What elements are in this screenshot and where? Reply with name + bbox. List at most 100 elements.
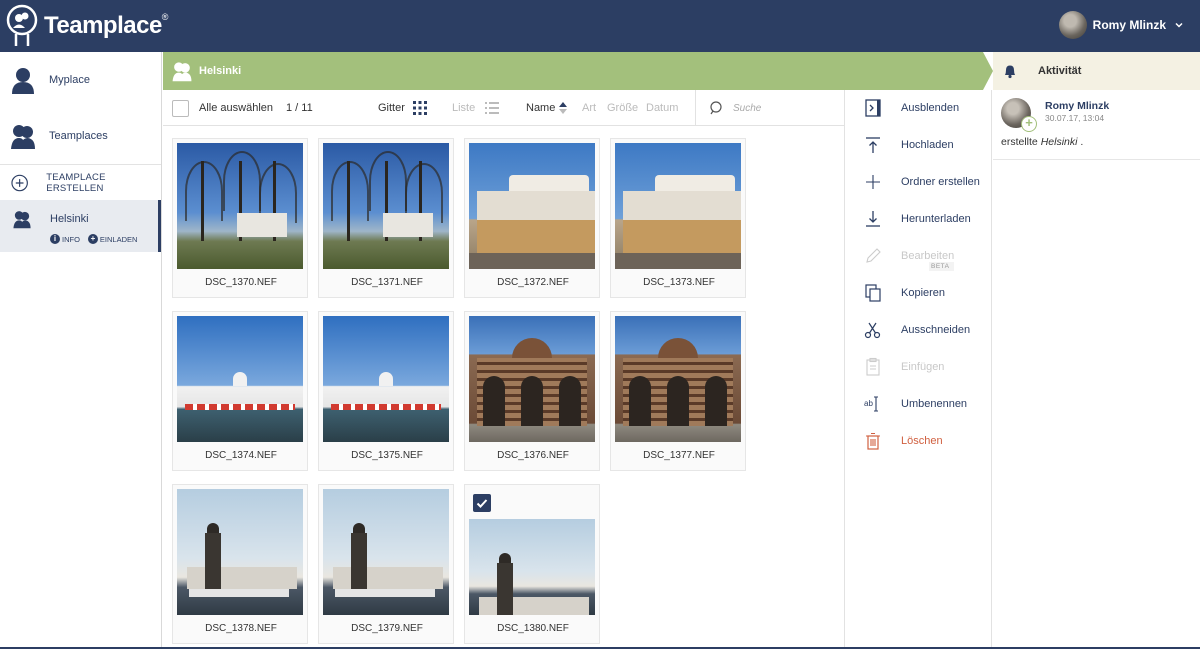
- select-all[interactable]: Alle auswählen: [172, 90, 273, 126]
- thumbnail-detail: [623, 191, 741, 255]
- sidebar-item-helsinki[interactable]: Helsinki i INFO + EINLADEN: [0, 200, 161, 252]
- bell-icon[interactable]: [1002, 63, 1018, 79]
- file-name: DSC_1374.NEF: [205, 450, 277, 461]
- sidebar-item-label: Myplace: [49, 74, 90, 86]
- top-bar: Teamplace® Romy Mlinzk: [0, 0, 1200, 52]
- action-label: Kopieren: [901, 286, 946, 299]
- search-input[interactable]: Suche: [733, 103, 761, 114]
- user-menu[interactable]: Romy Mlinzk: [1058, 11, 1184, 39]
- sort-icon: [559, 102, 568, 114]
- file-thumbnail: [177, 316, 303, 442]
- action-copy[interactable]: Kopieren: [845, 274, 992, 311]
- view-list-label: Liste: [452, 102, 476, 114]
- info-link[interactable]: i INFO: [50, 234, 80, 244]
- action-paste: Einfügen: [845, 348, 992, 385]
- thumbnail-detail: [331, 161, 369, 221]
- file-name: DSC_1377.NEF: [643, 450, 715, 461]
- copy-icon: [865, 283, 881, 302]
- file-tile[interactable]: DSC_1378.NEF: [172, 484, 308, 644]
- invite-label: EINLADEN: [99, 234, 138, 244]
- file-tile[interactable]: DSC_1370.NEF: [172, 138, 308, 298]
- header-arrow: [983, 52, 993, 90]
- sidebar: Myplace Teamplaces TEAMPLACE ERSTELLEN H…: [0, 52, 162, 649]
- file-thumbnail: [469, 519, 595, 615]
- thumbnail-detail: [351, 533, 367, 591]
- search-field[interactable]: Suche: [709, 90, 761, 126]
- selection-count: 1 / 11: [286, 102, 313, 114]
- invite-link[interactable]: + EINLADEN: [87, 234, 138, 244]
- search-icon: [710, 101, 722, 115]
- file-name: DSC_1379.NEF: [351, 623, 423, 634]
- folder-title: Helsinki: [199, 65, 242, 77]
- action-label: Ausschneiden: [901, 323, 971, 336]
- sidebar-item-teamplaces[interactable]: Teamplaces: [0, 108, 161, 164]
- action-rename[interactable]: ab Umbenennen: [845, 385, 992, 422]
- file-tile[interactable]: DSC_1374.NEF: [172, 311, 308, 471]
- grid-icon: [412, 101, 427, 115]
- selected-checkbox[interactable]: [473, 494, 491, 512]
- file-thumbnail: [323, 316, 449, 442]
- sort-name-label: Name: [526, 102, 556, 114]
- action-label: Hochladen: [901, 138, 954, 151]
- thumbnail-detail: [383, 213, 433, 237]
- sort-date-button[interactable]: Datum: [646, 90, 678, 126]
- action-label: Ordner erstellen: [901, 175, 980, 188]
- sort-type-button[interactable]: Art: [582, 90, 596, 126]
- view-grid-label: Gitter: [378, 102, 405, 114]
- thumbnail-detail: [335, 589, 435, 597]
- chevron-down-icon: [1175, 22, 1183, 28]
- file-tile[interactable]: DSC_1376.NEF: [464, 311, 600, 471]
- avatar: [1058, 11, 1087, 39]
- activity-title: Aktivität: [1038, 65, 1082, 77]
- action-upload[interactable]: Hochladen: [845, 126, 992, 163]
- file-tile[interactable]: DSC_1379.NEF: [318, 484, 454, 644]
- team-icon: [172, 62, 192, 82]
- thumbnail-detail: [187, 567, 297, 589]
- file-tile[interactable]: DSC_1377.NEF: [610, 311, 746, 471]
- thumbnail-detail: [521, 376, 543, 426]
- activity-user[interactable]: Romy Mlinzk: [1045, 100, 1109, 112]
- list-icon: [485, 102, 500, 114]
- create-teamplace-button[interactable]: TEAMPLACE ERSTELLEN: [0, 164, 161, 200]
- thumbnail-detail: [333, 567, 443, 589]
- plus-icon: [866, 174, 880, 189]
- action-collapse-panel[interactable]: Ausblenden: [845, 89, 992, 126]
- thumbnail-detail: [483, 376, 505, 426]
- action-plus[interactable]: Ordner erstellen: [845, 163, 992, 200]
- thumbnail-detail: [189, 589, 289, 597]
- file-tile[interactable]: DSC_1375.NEF: [318, 311, 454, 471]
- action-label: Umbenennen: [901, 397, 968, 410]
- view-grid-button[interactable]: Gitter: [378, 90, 427, 126]
- sidebar-item-myplace[interactable]: Myplace: [0, 52, 161, 108]
- thumbnail-detail: [479, 597, 589, 615]
- file-tile[interactable]: DSC_1371.NEF: [318, 138, 454, 298]
- select-all-checkbox[interactable]: [172, 99, 189, 117]
- trademark: ®: [161, 12, 169, 22]
- file-tile[interactable]: DSC_1380.NEF: [464, 484, 600, 644]
- file-thumbnail: [323, 143, 449, 269]
- action-download[interactable]: Herunterladen: [845, 200, 992, 237]
- create-teamplace-label: TEAMPLACE ERSTELLEN: [46, 171, 106, 194]
- thumbnail-detail: [497, 563, 513, 615]
- user-name: Romy Mlinzk: [1092, 18, 1166, 32]
- activity-panel: + Romy Mlinzk 30.07.17, 13:04 erstellte …: [993, 90, 1200, 649]
- select-all-label: Alle auswählen: [199, 102, 273, 114]
- app-name: Teamplace: [44, 12, 162, 39]
- thumbnail-detail: [477, 191, 595, 255]
- file-grid: DSC_1370.NEF DSC_1371.NEF DSC_1372.NEF DSC_…: [163, 127, 844, 649]
- thumbnail-detail: [629, 376, 651, 426]
- logo[interactable]: Teamplace®: [6, 4, 168, 48]
- activity-object[interactable]: Helsinki: [1041, 136, 1078, 148]
- sort-name-button[interactable]: Name: [526, 90, 568, 126]
- thumbnail-detail: [469, 253, 595, 269]
- activity-text: erstellte Helsinki .: [1001, 136, 1083, 148]
- sort-size-button[interactable]: Größe: [607, 90, 638, 126]
- action-scissors[interactable]: Ausschneiden: [845, 311, 992, 348]
- action-trash[interactable]: Löschen: [845, 422, 992, 459]
- download-icon: [866, 210, 880, 227]
- file-tile[interactable]: DSC_1373.NEF: [610, 138, 746, 298]
- rename-icon: ab: [864, 395, 878, 412]
- view-list-button[interactable]: Liste: [452, 90, 500, 126]
- file-thumbnail: [177, 489, 303, 615]
- file-tile[interactable]: DSC_1372.NEF: [464, 138, 600, 298]
